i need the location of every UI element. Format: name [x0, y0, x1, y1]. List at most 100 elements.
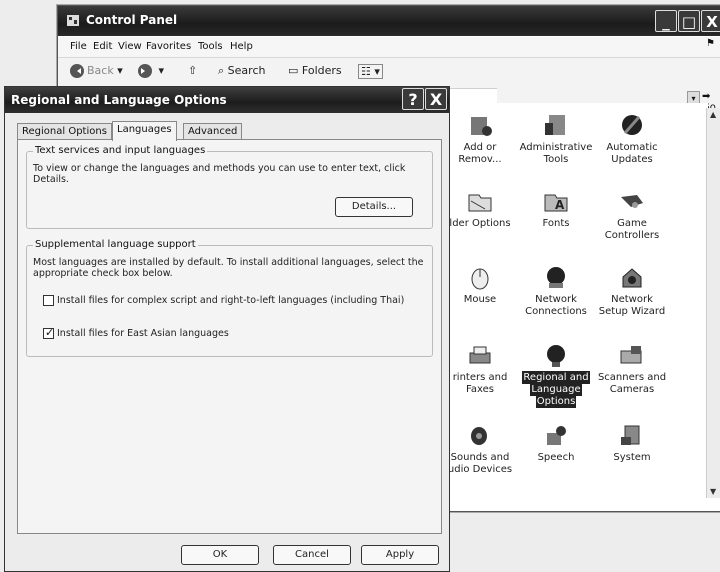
- item-label: Network: [535, 294, 577, 305]
- automatic-updates-item[interactable]: Automatic Updates: [592, 113, 672, 166]
- fonts-icon: A: [544, 194, 568, 212]
- help-icon: ?: [408, 90, 418, 109]
- folders-icon: ▭: [288, 64, 299, 77]
- back-label: Back: [87, 64, 114, 77]
- speech-item[interactable]: Speech: [516, 423, 596, 464]
- folders-button[interactable]: ▭ Folders: [288, 64, 342, 77]
- text-services-legend: Text services and input languages: [33, 145, 208, 156]
- scanner-icon: [620, 346, 642, 364]
- folders-label: Folders: [301, 64, 342, 77]
- search-button[interactable]: ⌕ Search: [218, 64, 265, 78]
- menu-file[interactable]: File: [70, 41, 87, 52]
- up-folder-icon[interactable]: ⇧: [188, 64, 197, 77]
- control-panel-icon: [67, 15, 79, 26]
- tab-languages[interactable]: Languages: [112, 121, 177, 141]
- east-asian-checkbox[interactable]: ✓: [43, 326, 54, 339]
- help-button[interactable]: ?: [402, 88, 424, 110]
- item-label: Faxes: [466, 384, 494, 395]
- item-label: Sounds and: [450, 452, 510, 463]
- control-panel-title-bar[interactable]: Control Panel _ □ X: [58, 6, 720, 36]
- complex-script-checkbox[interactable]: [43, 295, 54, 306]
- item-label: Fonts: [542, 218, 570, 229]
- fonts-item[interactable]: A Fonts: [516, 189, 596, 230]
- item-label: rinters and: [452, 372, 508, 383]
- search-label: Search: [227, 64, 266, 77]
- complex-script-label[interactable]: Install files for complex script and rig…: [57, 295, 404, 306]
- close-button[interactable]: X: [701, 10, 720, 32]
- search-icon: ⌕: [218, 64, 225, 77]
- printer-icon: [469, 346, 491, 364]
- tab-regional-options[interactable]: Regional Options: [17, 123, 112, 140]
- supplemental-legend: Supplemental language support: [33, 239, 198, 250]
- ok-button[interactable]: OK: [181, 545, 259, 565]
- administrative-tools-icon: [545, 115, 565, 135]
- control-panel-title: Control Panel: [86, 13, 178, 27]
- item-label: lder Options: [449, 218, 511, 229]
- dialog-close-button[interactable]: X: [425, 88, 447, 110]
- item-label: Administrative: [519, 142, 593, 153]
- cancel-button[interactable]: Cancel: [273, 545, 351, 565]
- item-label: udio Devices: [447, 464, 513, 475]
- item-label: Automatic: [606, 142, 658, 153]
- menu-favorites[interactable]: Favorites: [146, 41, 191, 52]
- folder-options-item[interactable]: lder Options: [440, 189, 520, 230]
- languages-tab-panel: Text services and input languages To vie…: [17, 139, 442, 534]
- mouse-icon: [471, 268, 489, 290]
- system-item[interactable]: System: [592, 423, 672, 464]
- scroll-up-icon[interactable]: ▲: [710, 110, 716, 119]
- views-icon: ☷: [361, 65, 371, 78]
- apply-button[interactable]: Apply: [361, 545, 439, 565]
- system-icon: [621, 425, 640, 445]
- back-button[interactable]: Back ▾: [70, 64, 123, 78]
- supplemental-group: Supplemental language support Most langu…: [26, 239, 433, 357]
- control-panel-content: Add or Remov... Administrative Tools Aut…: [440, 103, 708, 504]
- item-label: Add or: [463, 142, 497, 153]
- menu-bar: File Edit View Favorites Tools Help: [58, 37, 720, 58]
- game-controllers-item[interactable]: Game Controllers: [592, 189, 672, 242]
- printers-and-faxes-item[interactable]: rinters and Faxes: [440, 343, 520, 396]
- windows-flag-icon: ⚑: [706, 38, 715, 49]
- menu-tools[interactable]: Tools: [198, 41, 223, 52]
- details-button[interactable]: Details...: [335, 197, 413, 217]
- views-button[interactable]: ☷ ▾: [358, 64, 383, 79]
- east-asian-label[interactable]: Install files for East Asian languages: [57, 328, 229, 339]
- dialog-title: Regional and Language Options: [11, 93, 227, 107]
- administrative-tools-item[interactable]: Administrative Tools: [516, 113, 596, 166]
- item-label: Scanners and: [597, 372, 667, 383]
- menu-edit[interactable]: Edit: [93, 41, 112, 52]
- menu-help[interactable]: Help: [230, 41, 253, 52]
- regional-language-dialog: Regional and Language Options ? X Region…: [4, 86, 450, 572]
- item-label: Cameras: [609, 384, 655, 395]
- scanners-and-cameras-item[interactable]: Scanners and Cameras: [592, 343, 672, 396]
- vertical-scrollbar[interactable]: ▲ ▼: [706, 108, 720, 498]
- tab-advanced[interactable]: Advanced: [183, 123, 243, 140]
- minimize-button[interactable]: _: [655, 10, 677, 32]
- globe-icon: [547, 345, 565, 367]
- text-services-group: Text services and input languages To vie…: [26, 145, 433, 229]
- item-label: Network: [611, 294, 653, 305]
- maximize-button[interactable]: □: [678, 10, 700, 32]
- game-controllers-icon: [621, 195, 643, 208]
- forward-button[interactable]: ▾: [138, 64, 164, 78]
- speaker-icon: [471, 427, 487, 445]
- item-label: Remov...: [458, 154, 502, 165]
- scroll-down-icon[interactable]: ▼: [710, 487, 716, 496]
- sounds-and-audio-devices-item[interactable]: Sounds and udio Devices: [440, 423, 520, 476]
- add-remove-programs-icon: [471, 117, 492, 136]
- network-connections-item[interactable]: Network Connections: [516, 265, 596, 318]
- mouse-item[interactable]: Mouse: [440, 265, 520, 306]
- item-label: Options: [535, 395, 577, 408]
- item-label: Speech: [537, 452, 575, 463]
- add-remove-programs-item[interactable]: Add or Remov...: [440, 113, 520, 166]
- network-setup-wizard-item[interactable]: Network Setup Wizard: [592, 265, 672, 318]
- item-label: Game: [617, 218, 647, 229]
- automatic-updates-icon: [622, 115, 642, 135]
- dialog-title-bar[interactable]: Regional and Language Options ? X: [5, 87, 449, 113]
- forward-arrow-icon: [138, 64, 152, 78]
- close-icon: X: [429, 90, 443, 109]
- text-services-description: To view or change the languages and meth…: [33, 163, 406, 185]
- svg-text:A: A: [555, 198, 565, 212]
- regional-and-language-options-item[interactable]: Regional and Language Options: [516, 343, 596, 408]
- menu-view[interactable]: View: [118, 41, 142, 52]
- item-label: System: [613, 452, 651, 463]
